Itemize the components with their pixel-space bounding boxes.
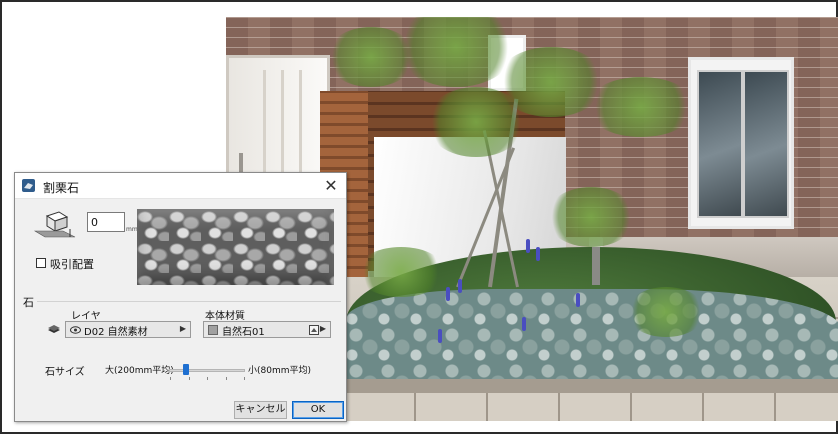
stone-size-input[interactable] [87, 212, 125, 232]
group-divider [37, 301, 341, 302]
material-swatch [208, 325, 218, 335]
paving-stones [344, 393, 838, 421]
garden-light [589, 237, 603, 285]
slider-tick [189, 377, 190, 380]
screenshot-frame: 割栗石 ✕ mm 吸引配置 石 レイヤ 本体材質 D02 [0, 0, 838, 434]
stone-size-label: 石サイズ [45, 367, 85, 378]
stone-size-large-label: 大(200mm平均) [105, 366, 174, 376]
slider-tick [244, 377, 245, 380]
cancel-button[interactable]: キャンセル [234, 401, 287, 419]
layer-dropdown[interactable]: D02 自然素材 ▶ [65, 321, 191, 338]
material-dropdown[interactable]: 自然石01 ▶ [203, 321, 331, 338]
stone-size-slider-track[interactable] [169, 369, 245, 372]
layer-label: レイヤ [71, 311, 101, 322]
unit-label: mm [126, 226, 138, 233]
stone-texture-preview [137, 209, 334, 285]
dialog-title: 割栗石 [43, 181, 80, 195]
slider-tick [170, 377, 171, 380]
material-edit-icon[interactable] [309, 325, 319, 335]
dialog-titlebar[interactable]: 割栗石 ✕ [15, 173, 346, 199]
stone-group-title: 石 [23, 296, 34, 309]
layer-value: D02 自然素材 [84, 327, 148, 338]
stone-size-slider-thumb[interactable] [183, 364, 189, 375]
stone-settings-dialog: 割栗石 ✕ mm 吸引配置 石 レイヤ 本体材質 D02 [14, 172, 347, 422]
material-value: 自然石01 [222, 327, 265, 338]
stone-tool-icon [22, 179, 35, 192]
material-label: 本体材質 [205, 311, 245, 322]
suction-placement-label: 吸引配置 [50, 258, 94, 271]
stone-block-icon [33, 211, 76, 238]
close-icon[interactable]: ✕ [322, 177, 340, 195]
house-window [688, 57, 794, 229]
eye-icon[interactable] [70, 326, 81, 334]
chevron-right-icon: ▶ [319, 324, 326, 333]
slider-tick [226, 377, 227, 380]
layer-stack-icon [48, 325, 60, 333]
chevron-right-icon: ▶ [179, 324, 186, 333]
stone-size-small-label: 小(80mm平均) [248, 366, 312, 376]
suction-placement-checkbox[interactable] [36, 258, 46, 268]
ok-button[interactable]: OK [292, 401, 344, 419]
crushed-stone-bed [346, 289, 838, 389]
slider-tick [207, 377, 208, 380]
